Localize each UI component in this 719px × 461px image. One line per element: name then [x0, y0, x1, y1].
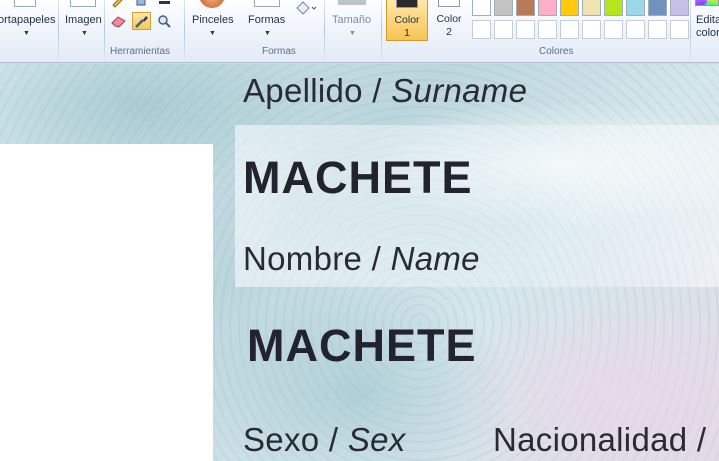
palette-swatch-empty[interactable]	[670, 20, 689, 39]
magnifier-tool[interactable]	[155, 12, 174, 30]
name-label: Nombre / Name	[243, 240, 480, 278]
outline-dropdown[interactable]	[292, 0, 318, 17]
palette-swatch-empty[interactable]	[604, 20, 623, 39]
eraser-tool[interactable]	[109, 12, 128, 30]
color1-line2: 1	[404, 27, 410, 39]
group-separator	[104, 0, 105, 61]
sex-label: Sexo / Sex	[243, 421, 406, 459]
image-icon	[70, 0, 96, 7]
imagen-label: Imagen	[65, 14, 102, 26]
color-picker-icon	[135, 16, 148, 28]
nationality-label: Nacionalidad /	[493, 421, 707, 458]
edit-colors-button[interactable]: Edita color	[692, 0, 719, 44]
palette-swatch[interactable]	[472, 0, 491, 16]
palette-swatch[interactable]	[582, 0, 601, 16]
formas-label: Formas	[248, 14, 286, 26]
color2-line2: 2	[446, 26, 452, 38]
color2-line1: Color	[436, 13, 462, 25]
name-label-en: Name	[390, 240, 480, 277]
surname-label: Apellido / Surname	[243, 72, 527, 110]
fill-bucket-icon	[296, 1, 317, 15]
color1-line1: Color	[394, 14, 420, 26]
palette-swatch-empty[interactable]	[560, 20, 579, 39]
pinceles-label: Pinceles	[192, 14, 234, 26]
palette-swatch[interactable]	[670, 0, 689, 16]
drawing-canvas[interactable]: Apellido / Surname MACHETE Nombre / Name…	[0, 64, 719, 461]
palette-swatch-empty[interactable]	[472, 20, 491, 39]
color-picker-tool[interactable]	[132, 12, 151, 30]
paste-button[interactable]: ortapapeles ▼	[0, 0, 56, 44]
magnifier-icon	[158, 15, 171, 28]
color-palette	[470, 0, 690, 44]
formas-group-label: Formas	[262, 46, 296, 57]
clipboard-icon	[14, 0, 36, 7]
palette-swatch-empty[interactable]	[494, 20, 513, 39]
colores-group-label: Colores	[539, 46, 574, 57]
palette-swatch[interactable]	[560, 0, 579, 16]
palette-swatch-empty[interactable]	[538, 20, 557, 39]
eraser-icon	[111, 16, 126, 28]
color2-swatch	[438, 0, 460, 7]
group-separator	[690, 0, 691, 61]
palette-swatch[interactable]	[494, 0, 513, 16]
palette-swatch-empty[interactable]	[582, 20, 601, 39]
group-separator	[381, 0, 382, 61]
chevron-down-icon: ▼	[81, 30, 88, 37]
chevron-down-icon: ▼	[264, 30, 271, 37]
brush-icon	[199, 0, 225, 8]
chevron-down-icon: ▼	[209, 30, 216, 37]
sex-label-es: Sexo /	[243, 421, 348, 458]
brushes-button[interactable]: Pinceles ▼	[186, 0, 240, 44]
color1-swatch	[396, 0, 418, 8]
palette-swatch[interactable]	[604, 0, 623, 16]
pencil-tool[interactable]	[109, 0, 128, 9]
color1-button[interactable]: Color 1	[386, 0, 428, 41]
tools-group: Herramientas	[106, 0, 182, 62]
surname-value: MACHETE	[243, 152, 473, 203]
group-separator	[184, 0, 185, 61]
shapes-button[interactable]: Formas ▼	[244, 0, 292, 44]
surname-label-es: Apellido /	[243, 72, 392, 109]
palette-swatch[interactable]	[648, 0, 667, 16]
surname-label-en: Surname	[391, 72, 528, 109]
palette-swatch-empty[interactable]	[516, 20, 535, 39]
bucket-icon	[136, 0, 146, 6]
size-button[interactable]: Tamaño ▼	[328, 0, 376, 44]
size-icon	[338, 0, 366, 5]
white-rectangle	[0, 144, 213, 461]
palette-swatch[interactable]	[626, 0, 645, 16]
chevron-down-icon: ▼	[23, 30, 30, 37]
ribbon-toolbar: ortapapeles ▼ Imagen ▼ Herramientas Pinc…	[0, 0, 719, 63]
shapes-icon	[254, 0, 280, 7]
sex-label-en: Sex	[347, 421, 406, 458]
text-icon	[159, 1, 170, 4]
palette-swatch[interactable]	[516, 0, 535, 16]
pencil-icon	[112, 0, 123, 8]
tamano-label: Tamaño	[332, 14, 372, 26]
palette-swatch-empty[interactable]	[648, 20, 667, 39]
fill-tool[interactable]	[132, 0, 151, 9]
portapapeles-label: ortapapeles	[0, 14, 56, 26]
name-value: MACHETE	[247, 320, 477, 371]
edit-colors-icon	[695, 0, 719, 6]
herramientas-group-label: Herramientas	[110, 46, 171, 57]
group-separator	[58, 0, 59, 61]
text-tool[interactable]	[155, 0, 174, 9]
edit-colors-line1: Edita	[696, 14, 719, 26]
edit-colors-line2: color	[696, 27, 719, 39]
chevron-down-icon: ▼	[349, 30, 356, 37]
group-separator	[324, 0, 325, 61]
color2-button[interactable]: Color 2	[430, 0, 470, 41]
image-button[interactable]: Imagen ▼	[62, 0, 106, 44]
palette-swatch[interactable]	[538, 0, 557, 16]
name-label-es: Nombre /	[243, 240, 391, 277]
palette-swatch-empty[interactable]	[626, 20, 645, 39]
